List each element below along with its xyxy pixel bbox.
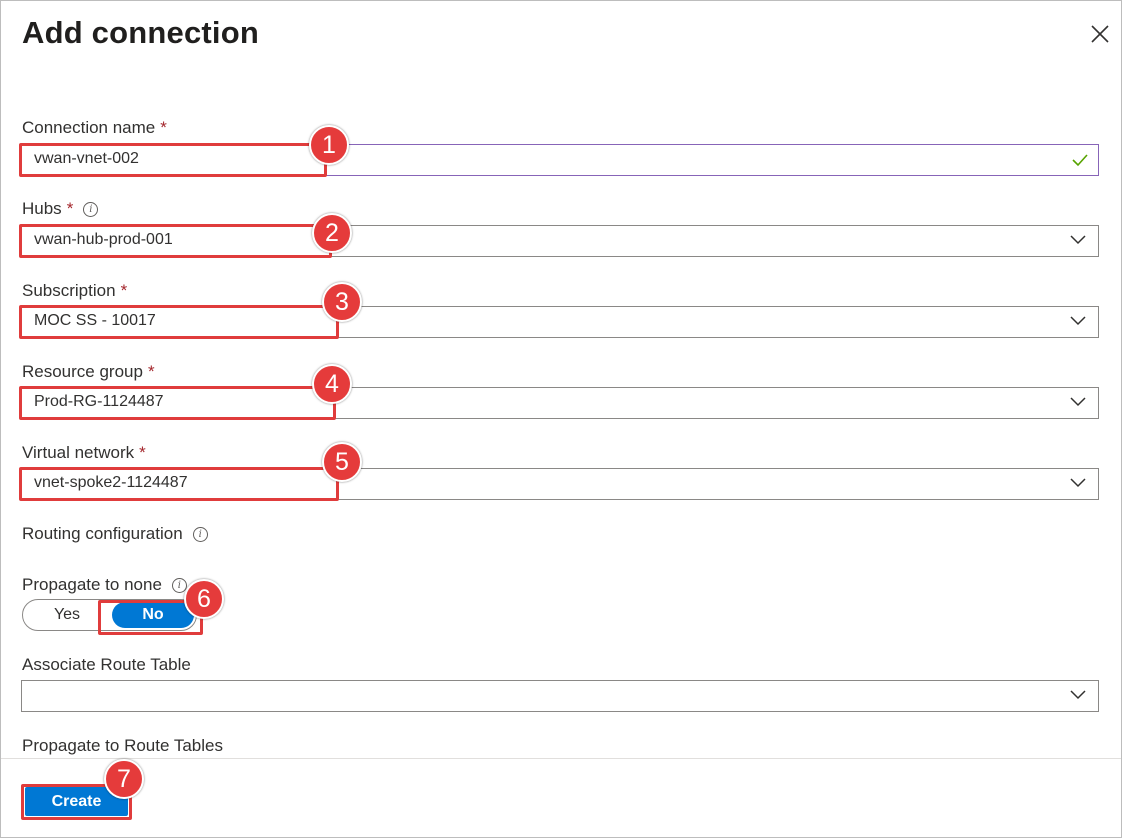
- required-marker: *: [160, 118, 167, 137]
- subscription-value: MOC SS - 10017: [34, 312, 156, 329]
- routing-configuration-label: Routing configuration i: [22, 524, 208, 544]
- callout-badge-2: 2: [312, 213, 352, 253]
- chevron-down-icon: [1070, 235, 1086, 245]
- checkmark-icon: [1072, 154, 1088, 167]
- associate-route-table-dropdown[interactable]: [21, 680, 1099, 712]
- callout-badge-1: 1: [309, 125, 349, 165]
- chevron-down-icon: [1070, 397, 1086, 407]
- hubs-dropdown[interactable]: vwan-hub-prod-001: [21, 225, 1099, 257]
- info-icon[interactable]: i: [83, 202, 99, 217]
- resource-group-label: Resource group *: [22, 362, 155, 381]
- resource-group-dropdown[interactable]: Prod-RG-1124487: [21, 387, 1099, 419]
- callout-badge-4: 4: [312, 364, 352, 404]
- chevron-down-icon: [1070, 478, 1086, 488]
- virtual-network-dropdown[interactable]: vnet-spoke2-1124487: [21, 468, 1099, 500]
- virtual-network-label: Virtual network *: [22, 443, 146, 462]
- chevron-down-icon: [1070, 316, 1086, 326]
- close-icon[interactable]: [1087, 21, 1113, 47]
- connection-name-label: Connection name *: [22, 118, 167, 137]
- hubs-value: vwan-hub-prod-001: [34, 231, 173, 248]
- chevron-down-icon: [1070, 690, 1086, 700]
- panel-title: Add connection: [22, 15, 260, 50]
- required-marker: *: [139, 443, 146, 462]
- subscription-dropdown[interactable]: MOC SS - 10017: [21, 306, 1099, 338]
- associate-route-table-label: Associate Route Table: [22, 655, 191, 674]
- virtual-network-value: vnet-spoke2-1124487: [34, 474, 188, 491]
- info-icon[interactable]: i: [192, 527, 208, 542]
- required-marker: *: [147, 362, 155, 381]
- propagate-to-none-label: Propagate to none i: [22, 575, 187, 595]
- footer-divider: [1, 758, 1121, 759]
- toggle-option-yes[interactable]: Yes: [23, 600, 111, 630]
- callout-badge-6: 6: [184, 579, 224, 619]
- required-marker: *: [66, 199, 74, 218]
- toggle-option-no[interactable]: No: [112, 602, 194, 628]
- subscription-label: Subscription *: [22, 281, 128, 300]
- callout-badge-5: 5: [322, 442, 362, 482]
- connection-name-value: vwan-vnet-002: [34, 150, 139, 167]
- connection-name-input[interactable]: vwan-vnet-002: [21, 144, 1099, 176]
- callout-badge-7: 7: [104, 759, 144, 799]
- hubs-label: Hubs * i: [22, 199, 99, 219]
- propagate-to-none-toggle[interactable]: Yes No: [22, 599, 197, 631]
- add-connection-panel: Add connection Connection name * vwan-vne…: [0, 0, 1122, 838]
- required-marker: *: [120, 281, 128, 300]
- propagate-to-route-tables-label: Propagate to Route Tables: [22, 736, 223, 755]
- resource-group-value: Prod-RG-1124487: [34, 393, 164, 410]
- callout-badge-3: 3: [322, 282, 362, 322]
